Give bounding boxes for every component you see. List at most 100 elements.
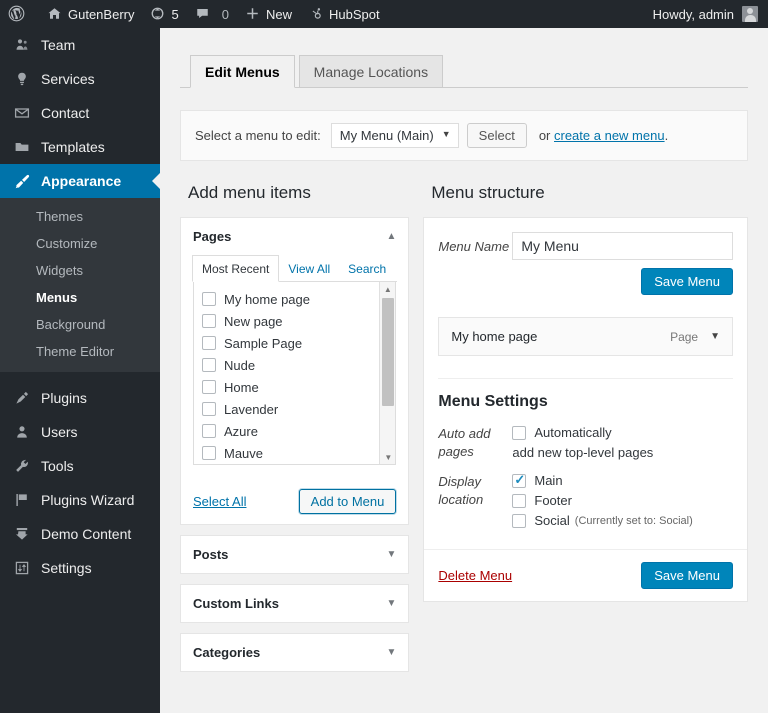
- plug-icon: [12, 390, 32, 406]
- page-checkbox[interactable]: [202, 292, 216, 306]
- menu-item-row[interactable]: My home page Page ▼: [438, 317, 733, 356]
- location-checkbox[interactable]: [512, 493, 527, 508]
- sidebar-item-services[interactable]: Services: [0, 62, 160, 96]
- list-item[interactable]: My home page: [202, 288, 395, 310]
- location-option-footer[interactable]: Footer: [512, 493, 733, 508]
- sidebar-item-appearance[interactable]: Appearance: [0, 164, 160, 198]
- location-checkbox[interactable]: [512, 472, 527, 488]
- chevron-down-icon[interactable]: ▼: [710, 331, 720, 342]
- auto-add-checkbox[interactable]: [512, 425, 527, 440]
- chevron-down-icon[interactable]: ▼: [386, 647, 396, 658]
- page-checkbox[interactable]: [202, 336, 216, 350]
- sidebar-item-plugins-wizard[interactable]: Plugins Wizard: [0, 483, 160, 517]
- location-label: Social: [534, 513, 570, 528]
- tab-view-all[interactable]: View All: [279, 256, 339, 281]
- location-checkbox[interactable]: [512, 513, 527, 528]
- comment-bubble-icon: [195, 6, 210, 23]
- pages-checklist[interactable]: My home page New page Sample Page Nude H…: [193, 282, 397, 465]
- menu-items-list: My home page Page ▼: [424, 307, 747, 356]
- custom-links-panel-title: Custom Links: [193, 596, 279, 611]
- sidebar-item-theme-editor[interactable]: Theme Editor: [0, 338, 160, 365]
- scroll-down-icon[interactable]: ▼: [380, 450, 395, 464]
- list-item[interactable]: New page: [202, 310, 395, 332]
- updates-menu[interactable]: 5: [142, 0, 186, 28]
- sidebar-item-customize[interactable]: Customize: [0, 230, 160, 257]
- create-new-menu-link[interactable]: create a new menu: [554, 128, 665, 143]
- tab-manage-locations[interactable]: Manage Locations: [298, 55, 444, 88]
- list-item[interactable]: Sample Page: [202, 332, 395, 354]
- menu-structure-footer: Delete Menu Save Menu: [424, 549, 747, 601]
- delete-menu-link[interactable]: Delete Menu: [438, 568, 512, 583]
- select-all-link[interactable]: Select All: [193, 494, 246, 509]
- list-item[interactable]: Mauve: [202, 442, 395, 464]
- sidebar-item-team[interactable]: Team: [0, 28, 160, 62]
- list-item[interactable]: Nude: [202, 354, 395, 376]
- menu-name-input[interactable]: [512, 232, 733, 260]
- sidebar-item-label: Plugins Wizard: [41, 492, 135, 508]
- editor-columns: Add menu items Pages ▲ Most Recent View …: [180, 183, 748, 682]
- menu-select-dropdown[interactable]: My Menu (Main) ▼: [330, 123, 459, 148]
- posts-panel-header[interactable]: Posts ▼: [181, 536, 408, 573]
- menu-settings-section: Menu Settings Auto add pages Automatical…: [438, 378, 733, 533]
- page-checkbox[interactable]: [202, 358, 216, 372]
- update-icon: [150, 6, 165, 23]
- paintbrush-icon: [12, 173, 32, 190]
- sidebar-item-templates[interactable]: Templates: [0, 130, 160, 164]
- sidebar-item-users[interactable]: Users: [0, 415, 160, 449]
- tab-label: Edit Menus: [205, 64, 280, 80]
- list-item[interactable]: Home: [202, 376, 395, 398]
- categories-panel: Categories ▼: [180, 633, 410, 672]
- comments-menu[interactable]: 0: [187, 0, 237, 28]
- wordpress-logo-menu[interactable]: [0, 0, 39, 28]
- site-name-menu[interactable]: GutenBerry: [39, 0, 142, 28]
- page-checkbox[interactable]: [202, 424, 216, 438]
- display-location-label: Display location: [438, 474, 484, 507]
- page-checkbox[interactable]: [202, 402, 216, 416]
- sidebar-item-background[interactable]: Background: [0, 311, 160, 338]
- page-label: Nude: [224, 357, 256, 373]
- tab-most-recent[interactable]: Most Recent: [192, 255, 280, 282]
- chevron-up-icon[interactable]: ▲: [386, 231, 396, 242]
- location-option-main[interactable]: Main: [512, 472, 733, 488]
- sidebar-item-demo-content[interactable]: Demo Content: [0, 517, 160, 551]
- account-menu[interactable]: Howdy, admin: [645, 0, 768, 28]
- page-label: My home page: [224, 291, 310, 307]
- chevron-down-icon[interactable]: ▼: [386, 549, 396, 560]
- page-checkbox[interactable]: [202, 446, 216, 460]
- tab-edit-menus[interactable]: Edit Menus: [190, 55, 295, 88]
- sidebar-item-settings[interactable]: Settings: [0, 551, 160, 585]
- custom-links-panel-header[interactable]: Custom Links ▼: [181, 585, 408, 622]
- pages-scrollbar[interactable]: ▲ ▼: [379, 282, 396, 464]
- sidebar-item-widgets[interactable]: Widgets: [0, 257, 160, 284]
- auto-add-option[interactable]: Automatically: [512, 425, 733, 440]
- add-to-menu-button[interactable]: Add to Menu: [298, 489, 397, 514]
- sidebar-item-contact[interactable]: Contact: [0, 96, 160, 130]
- save-menu-button-top[interactable]: Save Menu: [641, 268, 733, 295]
- menu-item-meta: Page ▼: [670, 330, 720, 344]
- menu-select-bar: Select a menu to edit: My Menu (Main) ▼ …: [180, 110, 748, 161]
- select-button[interactable]: Select: [466, 123, 527, 148]
- tab-search[interactable]: Search: [339, 256, 395, 281]
- location-option-social[interactable]: Social (Currently set to: Social): [512, 513, 733, 528]
- new-content-menu[interactable]: New: [237, 0, 300, 28]
- pages-panel-header[interactable]: Pages ▲: [181, 218, 408, 255]
- list-item[interactable]: Azure: [202, 420, 395, 442]
- pages-panel: Pages ▲ Most Recent View All Search My h…: [180, 217, 410, 525]
- save-menu-button-bottom[interactable]: Save Menu: [641, 562, 733, 589]
- page-checkbox[interactable]: [202, 314, 216, 328]
- custom-links-panel: Custom Links ▼: [180, 584, 410, 623]
- hubspot-menu[interactable]: HubSpot: [300, 0, 388, 28]
- scroll-up-icon[interactable]: ▲: [380, 282, 395, 297]
- chevron-down-icon[interactable]: ▼: [386, 598, 396, 609]
- page-label: Sample Page: [224, 335, 303, 351]
- sidebar-item-plugins[interactable]: Plugins: [0, 381, 160, 415]
- sidebar-item-tools[interactable]: Tools: [0, 449, 160, 483]
- scrollbar-thumb[interactable]: [382, 298, 395, 406]
- page-checkbox[interactable]: [202, 380, 216, 394]
- page-label: New page: [224, 313, 283, 329]
- sidebar-item-menus[interactable]: Menus: [0, 284, 160, 311]
- or-text: or: [538, 128, 551, 143]
- categories-panel-header[interactable]: Categories ▼: [181, 634, 408, 671]
- sidebar-item-themes[interactable]: Themes: [0, 203, 160, 230]
- list-item[interactable]: Lavender: [202, 398, 395, 420]
